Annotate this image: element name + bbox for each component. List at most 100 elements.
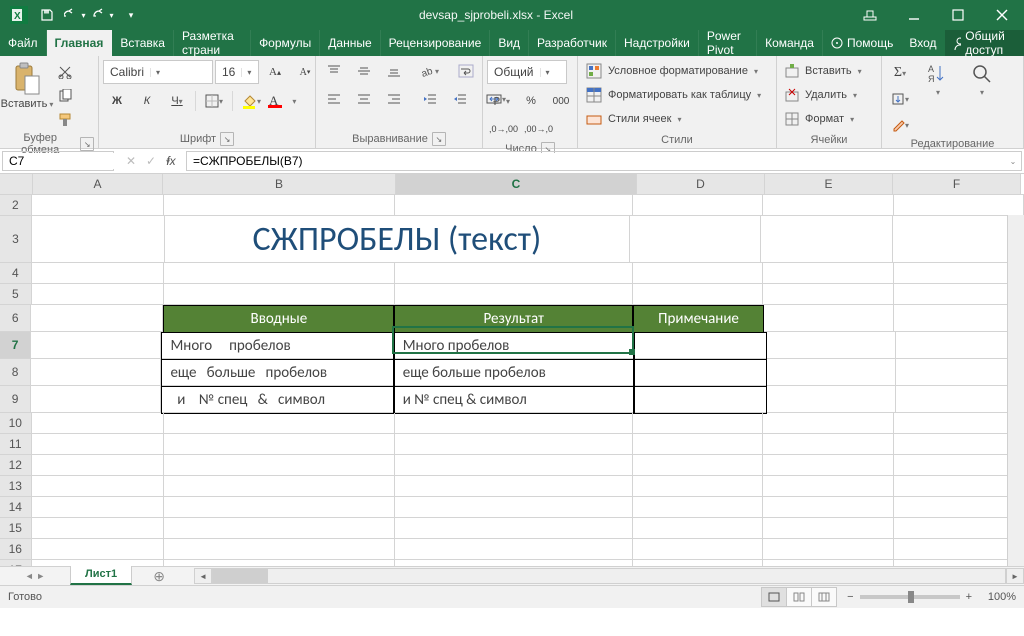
cell-D12[interactable] [633, 455, 763, 475]
formula-input[interactable] [187, 153, 1005, 169]
cell-D6[interactable]: Примечание [633, 305, 764, 333]
cell-B5[interactable] [164, 284, 395, 304]
cell-A11[interactable] [32, 434, 164, 454]
cell-B8[interactable]: еще больше пробелов [161, 359, 393, 387]
zoom-slider[interactable] [860, 595, 960, 599]
cell-E3[interactable] [761, 216, 892, 262]
cell-C4[interactable] [395, 263, 633, 283]
cell-A14[interactable] [32, 497, 164, 517]
cell-F5[interactable] [894, 284, 1024, 304]
cell-E8[interactable] [767, 359, 895, 385]
row-header-10[interactable]: 10 [0, 413, 32, 433]
cell-B2[interactable] [164, 195, 395, 215]
cell-E12[interactable] [763, 455, 893, 475]
cell-E16[interactable] [763, 539, 893, 559]
cell-A12[interactable] [32, 455, 164, 475]
row-header-15[interactable]: 15 [0, 518, 32, 538]
cell-E14[interactable] [763, 497, 893, 517]
row-header-12[interactable]: 12 [0, 455, 32, 475]
redo-button[interactable]: ▾ [90, 2, 116, 28]
tab-data[interactable]: Данные [320, 30, 380, 56]
underline-button[interactable]: Ч▾ [163, 90, 191, 112]
qat-customize[interactable]: ▾ [118, 2, 144, 28]
bold-button[interactable]: Ж [103, 90, 131, 112]
name-box[interactable]: ▾ [2, 151, 114, 171]
hscroll-right[interactable]: ► [1006, 568, 1024, 584]
cell-E17[interactable] [763, 560, 893, 566]
delete-cells-button[interactable]: Удалить▾ [781, 84, 861, 106]
percent-button[interactable]: % [517, 90, 545, 112]
cell-F11[interactable] [894, 434, 1024, 454]
cell-E15[interactable] [763, 518, 893, 538]
tab-team[interactable]: Команда [757, 30, 823, 56]
cell-F12[interactable] [894, 455, 1024, 475]
row-header-5[interactable]: 5 [0, 284, 32, 304]
col-header-B[interactable]: B [163, 174, 396, 194]
minimize-button[interactable] [892, 0, 936, 30]
share-button[interactable]: Общий доступ [945, 30, 1024, 56]
tab-view[interactable]: Вид [490, 30, 529, 56]
cell-B10[interactable] [164, 413, 395, 433]
undo-button[interactable]: ▾ [62, 2, 88, 28]
cell-C12[interactable] [395, 455, 633, 475]
clipboard-dialog-launcher[interactable]: ↘ [80, 137, 94, 151]
add-sheet-button[interactable]: ⊕ [131, 567, 187, 585]
align-right-button[interactable] [380, 88, 408, 110]
cell-E4[interactable] [763, 263, 893, 283]
ribbon-options-button[interactable] [848, 0, 892, 30]
cell-E11[interactable] [763, 434, 893, 454]
page-break-view-button[interactable] [811, 587, 837, 607]
cell-F17[interactable] [894, 560, 1024, 566]
cell-E13[interactable] [763, 476, 893, 496]
find-select-button[interactable]: ▾ [962, 60, 1002, 97]
cell-F10[interactable] [894, 413, 1024, 433]
cell-F6[interactable] [894, 305, 1024, 331]
col-header-F[interactable]: F [893, 174, 1021, 194]
cell-B12[interactable] [164, 455, 395, 475]
cell-F2[interactable] [894, 195, 1024, 215]
fill-color-button[interactable]: ▾ [237, 90, 265, 112]
cell-D5[interactable] [633, 284, 763, 304]
row-header-2[interactable]: 2 [0, 195, 32, 215]
orientation-button[interactable]: ab▾ [416, 60, 444, 82]
row-header-17[interactable]: 17 [0, 560, 32, 566]
close-button[interactable] [980, 0, 1024, 30]
format-painter-button[interactable] [54, 110, 76, 130]
number-format-combo[interactable]: Общий▾ [487, 60, 567, 84]
cell-B9[interactable]: и № спец & символ [161, 386, 393, 414]
cell-B14[interactable] [164, 497, 395, 517]
page-layout-view-button[interactable] [786, 587, 812, 607]
cell-C2[interactable] [395, 195, 633, 215]
cell-F16[interactable] [894, 539, 1024, 559]
cell-B17[interactable] [164, 560, 395, 566]
cell-D13[interactable] [633, 476, 763, 496]
cell-A3[interactable] [32, 216, 165, 262]
cell-F15[interactable] [894, 518, 1024, 538]
tab-home[interactable]: Главная [47, 30, 113, 56]
tab-formulas[interactable]: Формулы [251, 30, 320, 56]
cell-C8[interactable]: еще больше пробелов [394, 359, 634, 387]
cell-C15[interactable] [395, 518, 633, 538]
cell-D2[interactable] [633, 195, 763, 215]
tab-developer[interactable]: Разработчик [529, 30, 616, 56]
zoom-out-button[interactable]: − [847, 591, 853, 603]
format-cells-button[interactable]: Формат▾ [781, 108, 858, 130]
tab-power-pivot[interactable]: Power Pivot [699, 30, 757, 56]
cell-D15[interactable] [633, 518, 763, 538]
cell-A16[interactable] [32, 539, 164, 559]
cell-B3[interactable]: СЖПРОБЕЛЫ (текст) [165, 216, 629, 262]
col-header-E[interactable]: E [765, 174, 893, 194]
select-all-corner[interactable] [0, 174, 33, 194]
borders-button[interactable]: ▾ [200, 90, 228, 112]
italic-button[interactable]: К [133, 90, 161, 112]
cell-A4[interactable] [32, 263, 164, 283]
cell-F9[interactable] [896, 386, 1024, 412]
row-header-3[interactable]: 3 [0, 216, 32, 262]
cut-button[interactable] [54, 62, 76, 82]
align-bottom-button[interactable] [380, 60, 408, 82]
font-dialog-launcher[interactable]: ↘ [220, 132, 234, 146]
alignment-dialog-launcher[interactable]: ↘ [432, 132, 446, 146]
horizontal-scrollbar[interactable]: ◄ ► [194, 567, 1024, 585]
increase-indent-button[interactable] [446, 88, 474, 110]
cell-B16[interactable] [164, 539, 395, 559]
